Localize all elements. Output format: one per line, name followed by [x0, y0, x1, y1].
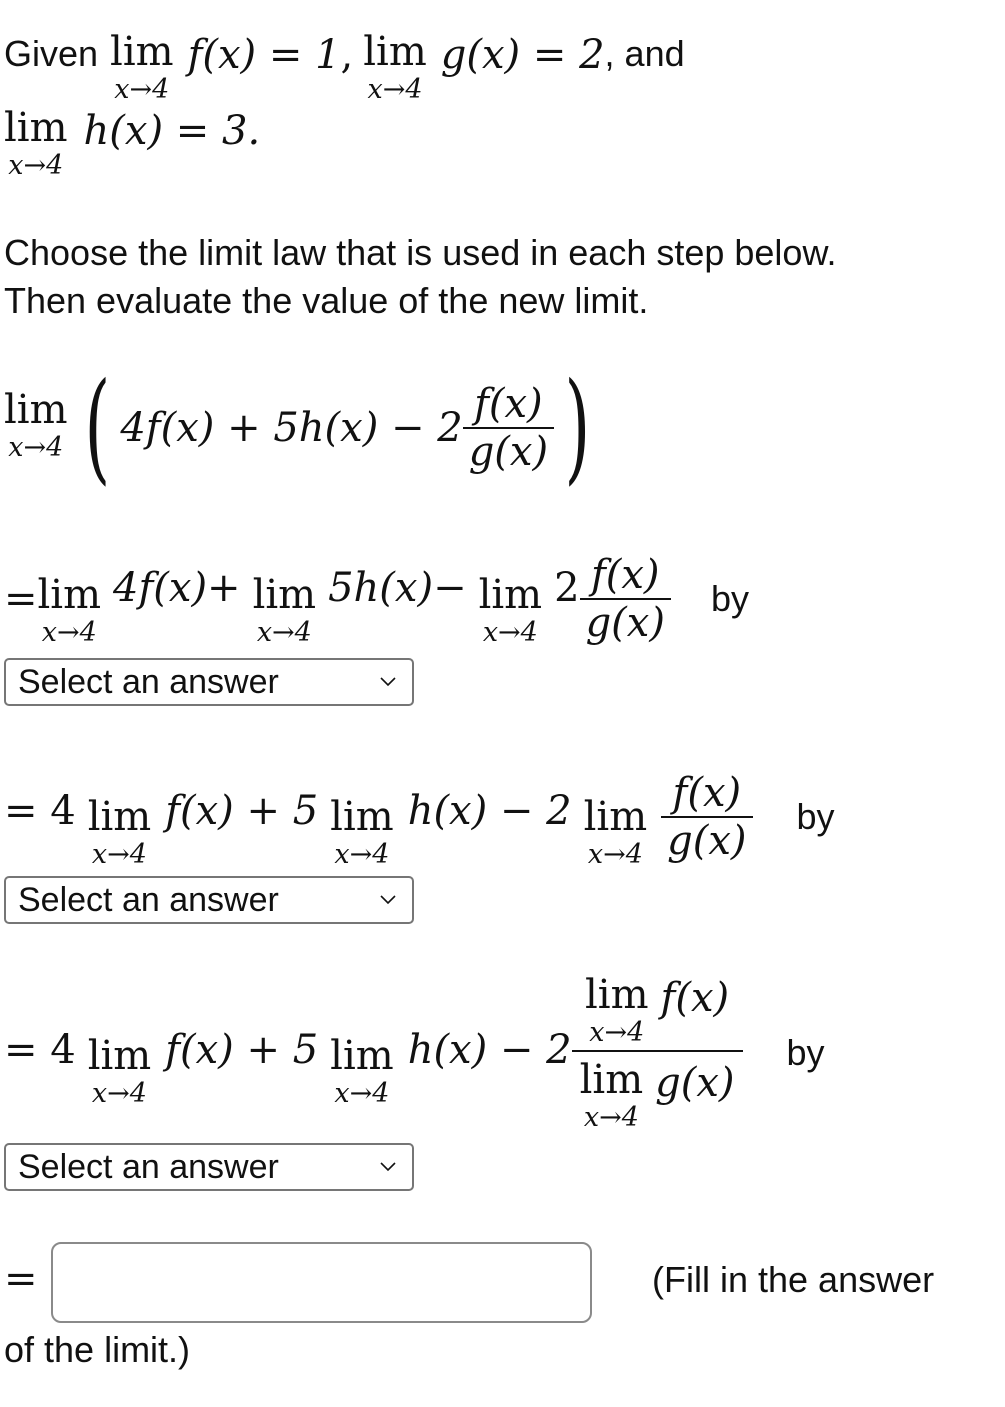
- step-3-expression: = 4 lim x→4 f(x) + 5 lim x→4 h(x) − 2 li…: [4, 972, 825, 1140]
- lim-word: lim: [87, 793, 152, 840]
- given-prefix: Given: [4, 33, 99, 74]
- lim-subscript: x→4: [367, 74, 423, 105]
- fraction-numerator: f(x): [590, 552, 660, 598]
- problem-body: 4f(x) + 5h(x) − 2: [120, 405, 463, 451]
- lim-operator: lim x→4: [38, 575, 102, 646]
- lim-word: lim: [4, 386, 68, 433]
- given-f-expr: f(x) = 1: [187, 32, 341, 78]
- chevron-down-icon: [380, 677, 396, 687]
- fraction-numerator: f(x): [474, 381, 543, 427]
- lim-subscript: x→4: [114, 74, 170, 105]
- lim-word: lim: [4, 105, 68, 151]
- by-label: by: [796, 796, 835, 837]
- equals-four: = 4: [4, 1027, 76, 1073]
- fill-in-note-continued: of the limit.): [4, 1329, 191, 1370]
- limit-law-select-3[interactable]: Select an answer: [4, 1143, 414, 1191]
- lim-operator: lim x→4: [253, 575, 317, 646]
- fraction-denominator: g(x): [585, 600, 665, 646]
- final-equals-sign: =: [4, 1256, 38, 1302]
- lim-operator: lim x→4: [585, 975, 649, 1046]
- lim-word: lim: [585, 972, 649, 1018]
- lim-subscript: x→4: [8, 150, 64, 181]
- given-line-2: lim x→4 h(x) = 3.: [4, 108, 260, 179]
- instruction-line-2: Then evaluate the value of the new limit…: [4, 280, 649, 321]
- lim-word: lim: [363, 29, 427, 75]
- step-1-expression: = lim x→4 4f(x)+ lim x→4 5h(x)− lim x→4 …: [4, 540, 749, 658]
- term-expr: f(x) + 5: [165, 1027, 319, 1073]
- select-value: Select an answer: [18, 880, 279, 919]
- lim-operator: lim x→4: [330, 797, 394, 868]
- fraction: f(x) g(x): [462, 381, 555, 475]
- chevron-down-icon: [380, 1162, 396, 1172]
- limit-answer-input[interactable]: [51, 1242, 592, 1323]
- lim-word: lim: [87, 1032, 152, 1079]
- term-expr: 4f(x)+: [113, 565, 241, 611]
- given-g-expr: g(x) = 2: [440, 32, 605, 78]
- lim-operator: lim x→4: [330, 1036, 394, 1107]
- select-value: Select an answer: [18, 1147, 279, 1186]
- lim-operator: lim x→4: [363, 32, 427, 103]
- by-label: by: [786, 1032, 825, 1073]
- lim-subscript: x→4: [334, 1077, 390, 1109]
- limit-law-select-1[interactable]: Select an answer: [4, 658, 414, 706]
- lim-word: lim: [478, 571, 543, 618]
- lim-word: lim: [252, 571, 317, 618]
- numerator-expr: f(x): [660, 975, 730, 1021]
- fraction-numerator: lim x→4 f(x): [577, 975, 737, 1050]
- lim-subscript: x→4: [8, 431, 64, 463]
- lim-subscript: x→4: [91, 1077, 147, 1109]
- close-paren: ): [564, 358, 591, 497]
- given-line-1: Given lim x→4 f(x) = 1, lim x→4 g(x) = 2…: [4, 32, 685, 103]
- lim-word: lim: [330, 793, 394, 840]
- instruction-line-1: Choose the limit law that is used in eac…: [4, 232, 837, 273]
- by-label: by: [710, 578, 749, 619]
- fraction-denominator: g(x): [468, 429, 549, 475]
- equals-four: = 4: [4, 788, 76, 834]
- fraction: f(x) g(x): [661, 770, 753, 864]
- denominator-expr: g(x): [655, 1060, 735, 1106]
- open-paren: (: [84, 358, 110, 497]
- lim-word: lim: [330, 1032, 394, 1079]
- and-word: , and: [604, 33, 685, 74]
- fraction: f(x) g(x): [579, 552, 671, 646]
- lim-subscript: x→4: [41, 616, 97, 648]
- fraction-numerator: f(x): [672, 770, 742, 816]
- lim-operator: lim x→4: [110, 32, 174, 103]
- lim-subscript: x→4: [482, 616, 538, 648]
- lim-subscript: x→4: [587, 838, 643, 870]
- chevron-down-icon: [380, 895, 396, 905]
- lim-word: lim: [579, 1057, 644, 1103]
- lim-subscript: x→4: [589, 1017, 645, 1048]
- term-expr: 5h(x)−: [328, 565, 467, 611]
- term-expr: h(x) − 2: [407, 1027, 572, 1073]
- lim-word: lim: [37, 571, 102, 618]
- fill-in-note: (Fill in the answer: [652, 1259, 935, 1300]
- lim-word: lim: [110, 29, 174, 75]
- lim-operator: lim x→4: [4, 108, 68, 179]
- lim-subscript: x→4: [256, 616, 312, 648]
- term-expr: h(x) − 2: [407, 788, 572, 834]
- lim-word: lim: [583, 793, 648, 840]
- fraction-denominator: g(x): [667, 818, 747, 864]
- term-expr: f(x) + 5: [165, 788, 319, 834]
- limit-law-select-2[interactable]: Select an answer: [4, 876, 414, 924]
- lim-operator: lim x→4: [88, 1036, 152, 1107]
- lim-subscript: x→4: [334, 838, 390, 870]
- lim-subscript: x→4: [583, 1102, 639, 1133]
- select-value: Select an answer: [18, 662, 279, 701]
- lim-operator: lim x→4: [4, 390, 68, 461]
- step-2-expression: = 4 lim x→4 f(x) + 5 lim x→4 h(x) − 2 li…: [4, 758, 835, 876]
- problem-expression: lim x→4 ( 4f(x) + 5h(x) − 2 f(x) g(x) ): [4, 368, 601, 488]
- fraction: lim x→4 f(x) lim x→4 g(x): [571, 975, 743, 1131]
- lim-operator: lim x→4: [580, 1060, 644, 1131]
- term-expr: 2: [554, 565, 580, 611]
- fraction-denominator: lim x→4 g(x): [572, 1052, 743, 1131]
- lim-operator: lim x→4: [584, 797, 648, 868]
- lim-operator: lim x→4: [88, 797, 152, 868]
- comma: ,: [340, 32, 354, 78]
- equals-sign: =: [4, 576, 38, 622]
- lim-subscript: x→4: [91, 838, 147, 870]
- given-h-expr: h(x) = 3.: [83, 108, 261, 154]
- lim-operator: lim x→4: [479, 575, 543, 646]
